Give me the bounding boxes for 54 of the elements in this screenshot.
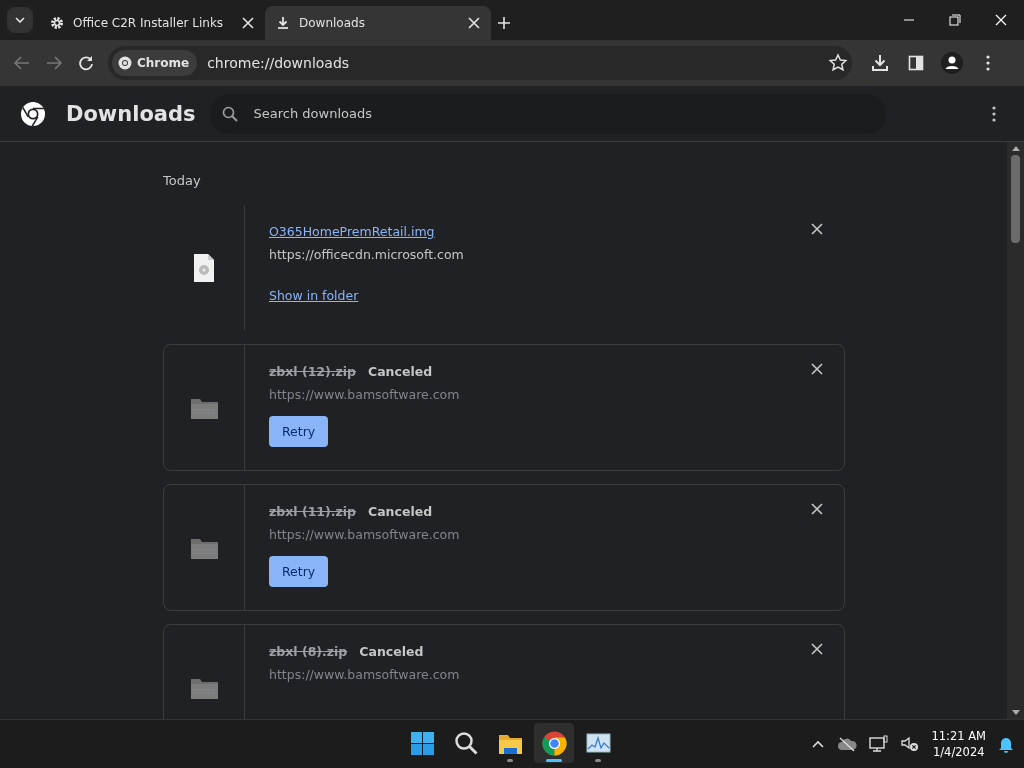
close-icon[interactable]: [810, 642, 824, 656]
browser-tab[interactable]: Downloads: [265, 6, 491, 40]
scrollbar-thumb[interactable]: [1011, 155, 1020, 243]
scrollbar[interactable]: [1007, 142, 1024, 719]
browser-tab[interactable]: Office C2R Installer Links: [39, 6, 265, 40]
bell-icon[interactable]: [998, 735, 1014, 753]
source-url: https://www.bamsoftware.com: [269, 387, 461, 402]
chrome-logo-icon: [118, 56, 132, 70]
status-text: Canceled: [359, 643, 424, 659]
close-icon[interactable]: [810, 502, 824, 516]
windows-logo-icon: [409, 730, 435, 756]
close-icon[interactable]: [467, 16, 481, 30]
address-bar[interactable]: Chrome chrome://downloads: [108, 46, 852, 80]
caret-icon: [15, 17, 25, 23]
retry-button[interactable]: Retry: [269, 416, 329, 447]
cloud-off-icon[interactable]: [837, 736, 858, 752]
file-icon: [193, 252, 215, 283]
search-icon: [221, 105, 238, 122]
plus-icon[interactable]: [497, 16, 511, 30]
close-icon[interactable]: [810, 222, 824, 236]
clock-date[interactable]: 1/4/2024: [932, 744, 985, 760]
download-icon: [275, 15, 291, 31]
tab-search-button[interactable]: [7, 7, 33, 33]
page-title: Downloads: [66, 101, 196, 126]
status-text: Canceled: [368, 363, 433, 379]
chrome-logo-icon: [20, 100, 46, 127]
source-url: https://www.bamsoftware.com: [269, 667, 461, 682]
close-icon[interactable]: [241, 16, 255, 30]
network-icon[interactable]: [869, 735, 890, 753]
search-icon: [453, 730, 479, 756]
scroll-up-icon[interactable]: [1011, 146, 1020, 151]
show-in-folder-link[interactable]: Show in folder: [269, 288, 359, 303]
file-name: zbxl (8).zip: [269, 643, 348, 659]
file-link[interactable]: O365HomePremRetail.img: [269, 223, 435, 239]
chrome-logo-icon: [541, 730, 567, 756]
retry-button[interactable]: Retry: [269, 556, 329, 587]
file-name: zbxl (11).zip: [269, 503, 356, 519]
performance-chart-icon: [585, 730, 611, 756]
clock-time[interactable]: 11:21 AM: [931, 728, 986, 744]
scroll-down-icon[interactable]: [1011, 710, 1020, 715]
gear-icon: [49, 15, 65, 31]
url-text[interactable]: chrome://downloads: [207, 55, 828, 71]
close-icon[interactable]: [810, 362, 824, 376]
file-name: zbxl (12).zip: [269, 363, 356, 379]
date-heading: Today: [163, 173, 202, 188]
source-url: https://www.bamsoftware.com: [269, 527, 461, 542]
taskbar-app[interactable]: [534, 723, 574, 763]
source-url: https://officecdn.microsoft.com: [269, 247, 465, 262]
star-icon[interactable]: [828, 53, 848, 73]
profile-icon[interactable]: [938, 49, 966, 77]
site-chip[interactable]: Chrome: [112, 50, 198, 76]
search-field[interactable]: Search downloads: [209, 93, 886, 134]
speaker-muted-icon[interactable]: [901, 736, 920, 752]
status-text: Canceled: [368, 503, 433, 519]
